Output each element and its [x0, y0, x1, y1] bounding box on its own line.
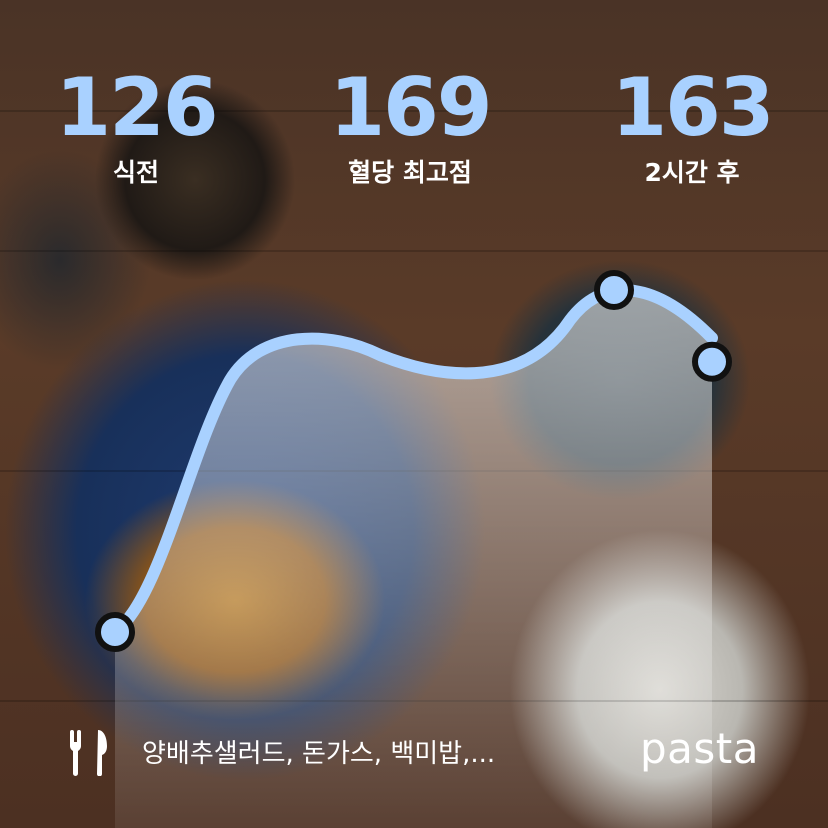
stat-peak: 169 혈당 최고점 — [300, 66, 520, 190]
stat-label-peak: 혈당 최고점 — [348, 158, 472, 187]
glucose-stats: 126 식전 169 혈당 최고점 163 2시간 후 — [0, 66, 828, 206]
marker-peak — [594, 270, 634, 310]
stat-value-before: 126 — [55, 61, 219, 154]
stat-label-before: 식전 — [112, 158, 159, 187]
stat-value-peak: 169 — [329, 61, 493, 154]
fork-knife-icon — [70, 730, 107, 776]
brand-logo: pasta — [640, 724, 759, 773]
stat-after-2h: 163 2시간 후 — [582, 66, 802, 190]
marker-before-meal — [95, 612, 135, 652]
marker-after-2h — [692, 341, 732, 382]
stat-label-after: 2시간 후 — [644, 158, 740, 187]
stat-value-after: 163 — [611, 61, 775, 154]
meal-items-text: 양배추샐러드, 돈가스, 백미밥,... — [142, 739, 496, 769]
stat-before-meal: 126 식전 — [26, 66, 246, 190]
